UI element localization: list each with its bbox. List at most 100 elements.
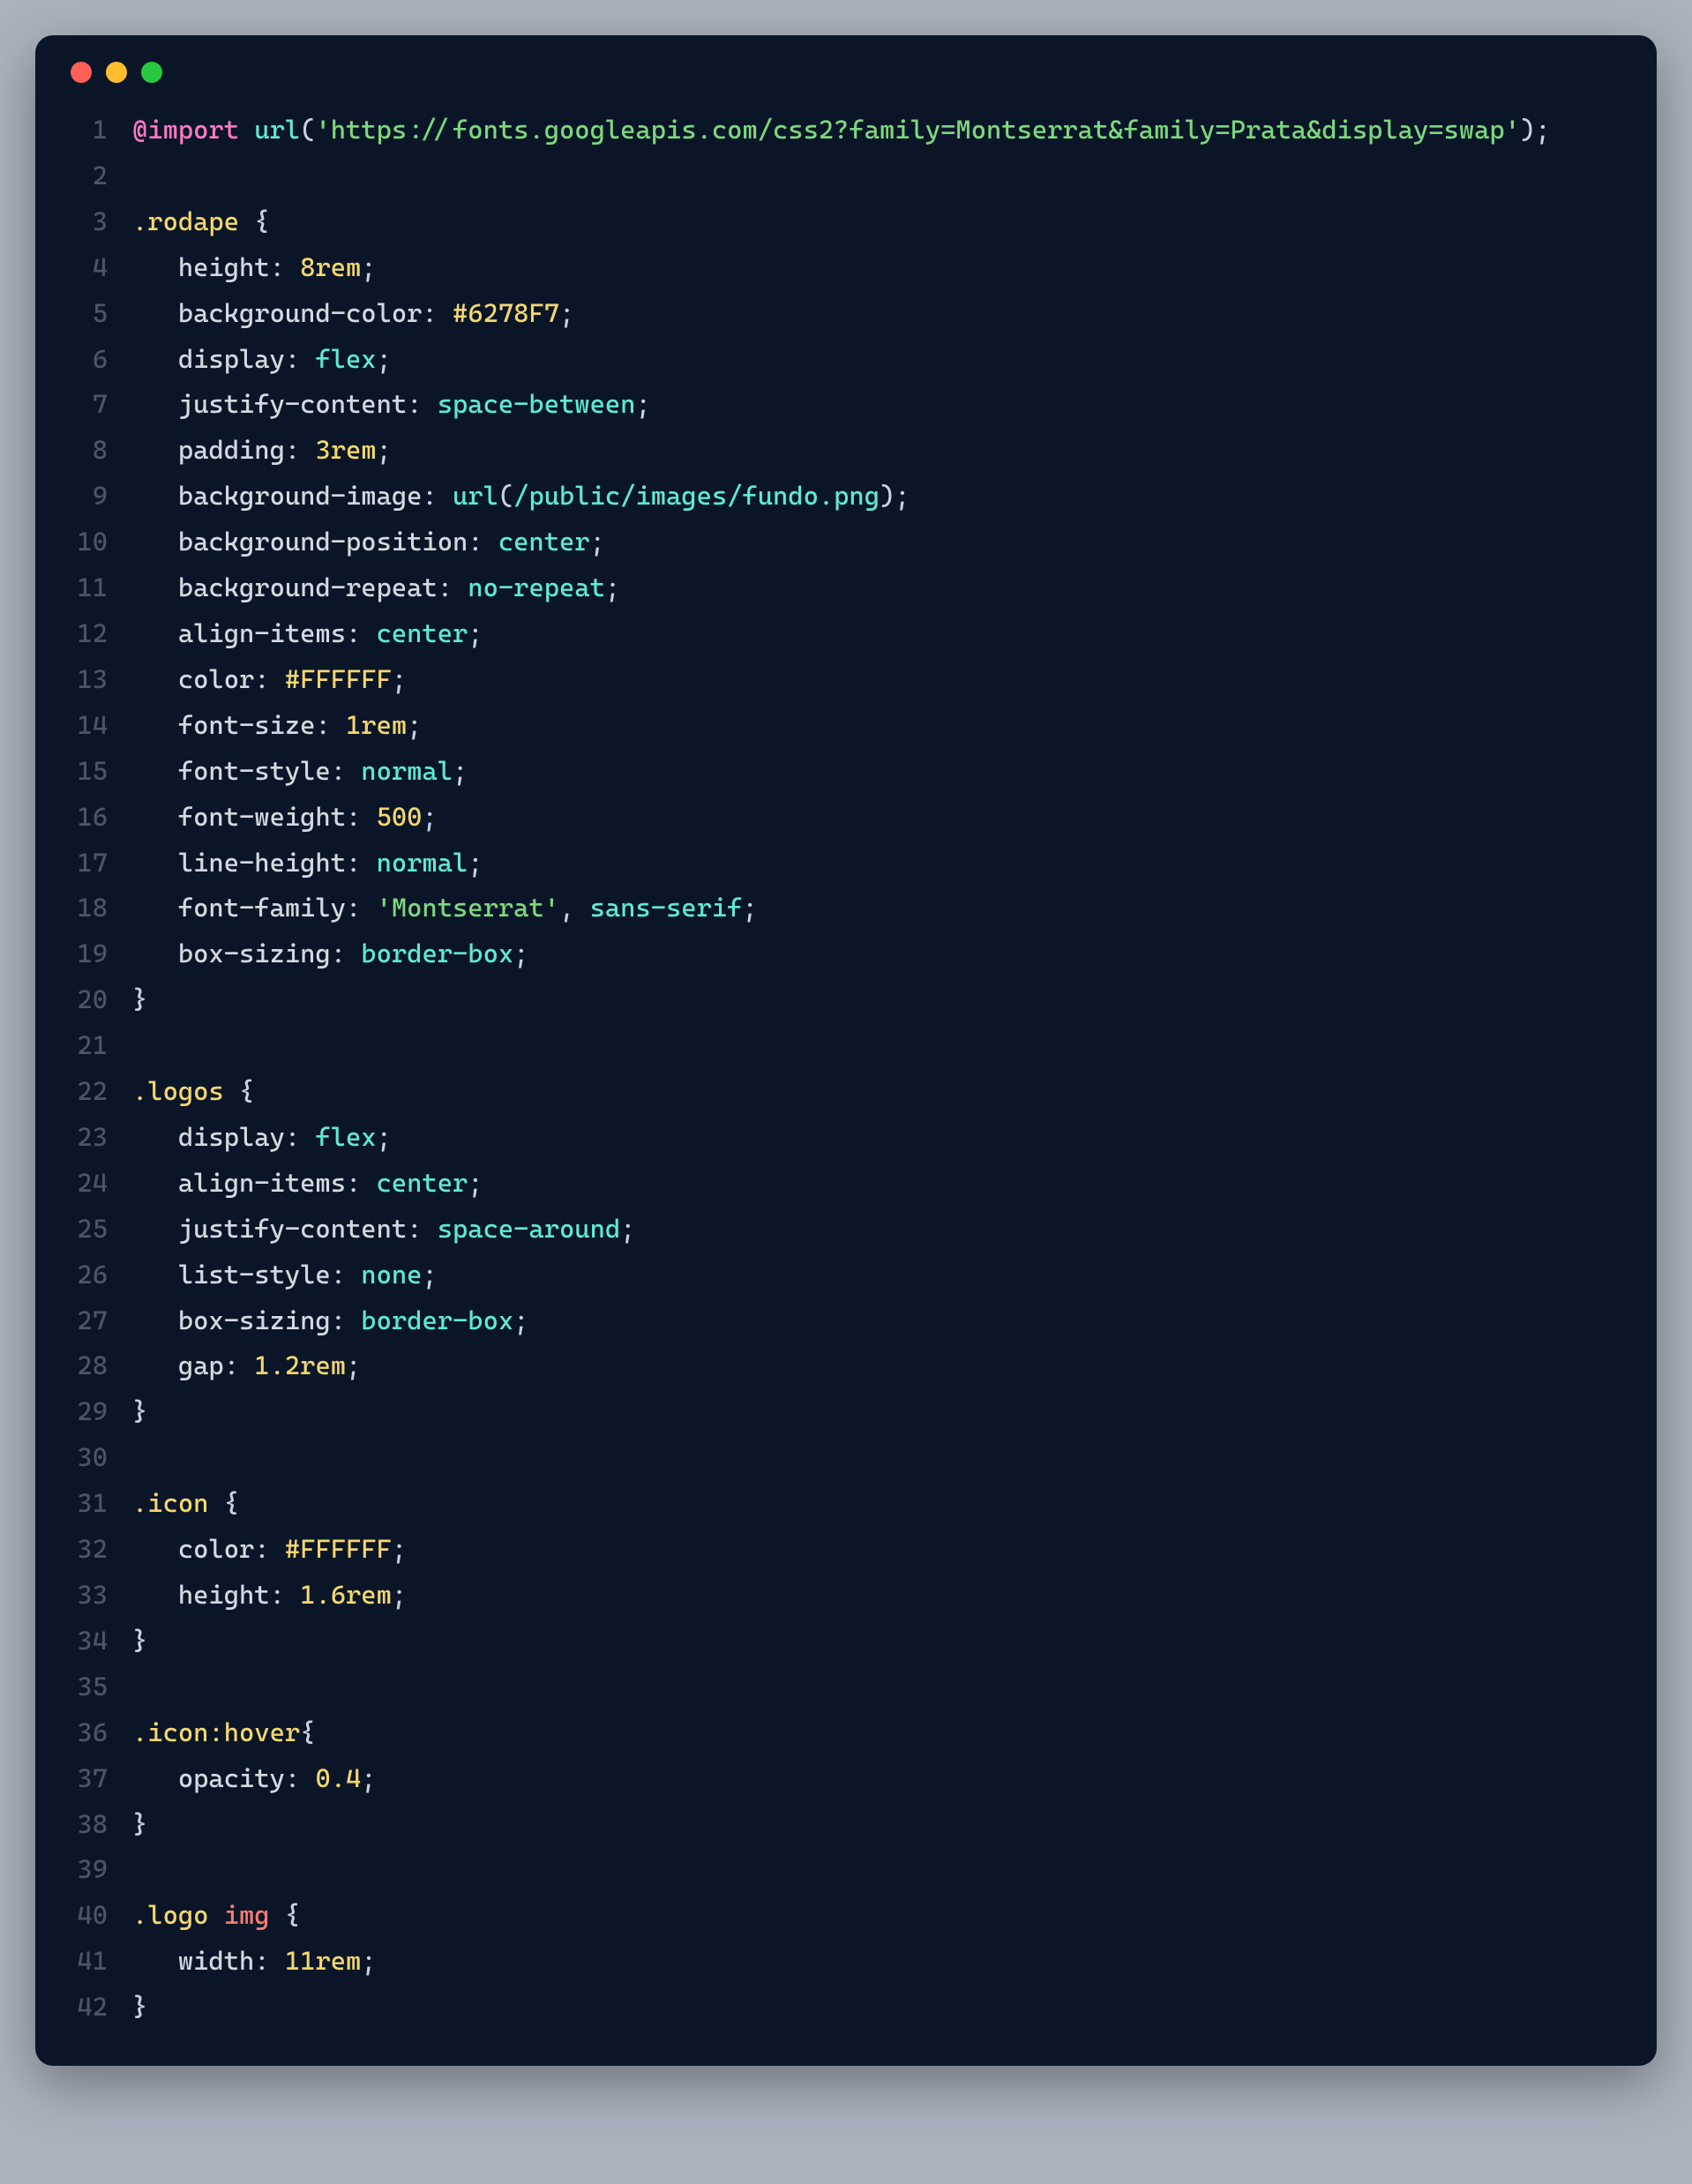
line-content[interactable] (132, 1435, 1621, 1481)
code-line[interactable]: 6 display: flex; (71, 337, 1621, 383)
line-content[interactable]: color: #FFFFFF; (132, 657, 1621, 703)
token-prop: color (178, 664, 254, 694)
code-line[interactable]: 31.icon { (71, 1481, 1621, 1527)
code-line[interactable]: 3.rodape { (71, 199, 1621, 245)
line-content[interactable] (132, 1023, 1621, 1069)
code-line[interactable]: 23 display: flex; (71, 1115, 1621, 1161)
line-content[interactable]: box-sizing: border-box; (132, 931, 1621, 977)
line-number: 23 (71, 1115, 132, 1161)
code-line[interactable]: 33 height: 1.6rem; (71, 1573, 1621, 1619)
line-content[interactable]: font-style: normal; (132, 749, 1621, 795)
line-content[interactable]: padding: 3rem; (132, 428, 1621, 474)
code-line[interactable]: 17 line-height: normal; (71, 841, 1621, 886)
code-line[interactable]: 2 (71, 153, 1621, 199)
code-line[interactable]: 27 box-sizing: border-box; (71, 1298, 1621, 1344)
code-line[interactable]: 25 justify-content: space-around; (71, 1207, 1621, 1253)
line-content[interactable]: list-style: none; (132, 1253, 1621, 1298)
token-punc: ; (361, 252, 376, 282)
line-content[interactable]: } (132, 1802, 1621, 1848)
code-line[interactable]: 37 opacity: 0.4; (71, 1756, 1621, 1802)
code-line[interactable]: 9 background-image: url(/public/images/f… (71, 474, 1621, 520)
line-content[interactable]: box-sizing: border-box; (132, 1298, 1621, 1344)
close-icon[interactable] (71, 62, 92, 83)
code-line[interactable]: 5 background-color: #6278F7; (71, 291, 1621, 337)
line-content[interactable]: background-image: url(/public/images/fun… (132, 474, 1621, 520)
line-content[interactable]: height: 1.6rem; (132, 1573, 1621, 1619)
line-content[interactable]: @import url('https://fonts.googleapis.co… (132, 108, 1621, 153)
line-content[interactable] (132, 1847, 1621, 1893)
line-content[interactable] (132, 153, 1621, 199)
line-content[interactable]: align-items: center; (132, 611, 1621, 657)
token-punc: ; (513, 939, 528, 969)
code-line[interactable]: 40.logo img { (71, 1893, 1621, 1939)
line-content[interactable]: justify-content: space-between; (132, 382, 1621, 428)
code-line[interactable]: 14 font-size: 1rem; (71, 703, 1621, 749)
code-line[interactable]: 13 color: #FFFFFF; (71, 657, 1621, 703)
token-prop: justify-content (178, 389, 407, 419)
code-line[interactable]: 1@import url('https://fonts.googleapis.c… (71, 108, 1621, 153)
line-content[interactable]: height: 8rem; (132, 245, 1621, 291)
line-number: 37 (71, 1756, 132, 1802)
line-content[interactable]: display: flex; (132, 337, 1621, 383)
line-content[interactable]: opacity: 0.4; (132, 1756, 1621, 1802)
code-line[interactable]: 39 (71, 1847, 1621, 1893)
line-content[interactable]: .rodape { (132, 199, 1621, 245)
line-content[interactable]: font-weight: 500; (132, 795, 1621, 841)
code-line[interactable]: 4 height: 8rem; (71, 245, 1621, 291)
line-content[interactable]: font-size: 1rem; (132, 703, 1621, 749)
line-content[interactable]: display: flex; (132, 1115, 1621, 1161)
line-content[interactable]: line-height: normal; (132, 841, 1621, 886)
line-content[interactable]: } (132, 977, 1621, 1023)
line-content[interactable]: background-position: center; (132, 520, 1621, 565)
code-line[interactable]: 16 font-weight: 500; (71, 795, 1621, 841)
code-line[interactable]: 35 (71, 1664, 1621, 1710)
code-line[interactable]: 28 gap: 1.2rem; (71, 1343, 1621, 1389)
code-line[interactable]: 22.logos { (71, 1069, 1621, 1115)
code-line[interactable]: 42} (71, 1985, 1621, 2031)
token-prop: list-style (178, 1260, 331, 1290)
line-content[interactable]: width: 11rem; (132, 1939, 1621, 1985)
code-line[interactable]: 19 box-sizing: border-box; (71, 931, 1621, 977)
code-line[interactable]: 11 background-repeat: no-repeat; (71, 565, 1621, 611)
code-line[interactable]: 10 background-position: center; (71, 520, 1621, 565)
code-line[interactable]: 34} (71, 1619, 1621, 1664)
line-content[interactable]: font-family: 'Montserrat', sans-serif; (132, 886, 1621, 931)
line-content[interactable]: .icon:hover{ (132, 1710, 1621, 1756)
line-content[interactable]: color: #FFFFFF; (132, 1527, 1621, 1573)
code-line[interactable]: 29} (71, 1389, 1621, 1435)
token-value: space-between (438, 389, 636, 419)
maximize-icon[interactable] (141, 62, 162, 83)
line-content[interactable]: justify-content: space-around; (132, 1207, 1621, 1253)
code-line[interactable]: 38} (71, 1802, 1621, 1848)
token-punc: : (331, 1305, 362, 1335)
line-content[interactable]: background-color: #6278F7; (132, 291, 1621, 337)
code-line[interactable]: 12 align-items: center; (71, 611, 1621, 657)
code-line[interactable]: 18 font-family: 'Montserrat', sans-serif… (71, 886, 1621, 931)
line-content[interactable]: .logo img { (132, 1893, 1621, 1939)
line-content[interactable]: } (132, 1389, 1621, 1435)
code-line[interactable]: 41 width: 11rem; (71, 1939, 1621, 1985)
code-line[interactable]: 21 (71, 1023, 1621, 1069)
code-line[interactable]: 7 justify-content: space-between; (71, 382, 1621, 428)
token-punc: : (346, 1168, 377, 1198)
code-line[interactable]: 26 list-style: none; (71, 1253, 1621, 1298)
code-line[interactable]: 20} (71, 977, 1621, 1023)
line-content[interactable]: background-repeat: no-repeat; (132, 565, 1621, 611)
code-editor[interactable]: 1@import url('https://fonts.googleapis.c… (71, 108, 1621, 2031)
token-value: center (377, 618, 468, 648)
code-line[interactable]: 15 font-style: normal; (71, 749, 1621, 795)
code-line[interactable]: 8 padding: 3rem; (71, 428, 1621, 474)
line-content[interactable]: } (132, 1985, 1621, 2031)
line-content[interactable]: } (132, 1619, 1621, 1664)
line-content[interactable]: .logos { (132, 1069, 1621, 1115)
code-line[interactable]: 30 (71, 1435, 1621, 1481)
line-content[interactable]: gap: 1.2rem; (132, 1343, 1621, 1389)
line-content[interactable]: align-items: center; (132, 1161, 1621, 1207)
line-content[interactable] (132, 1664, 1621, 1710)
token-number: 0.4 (315, 1763, 361, 1793)
code-line[interactable]: 24 align-items: center; (71, 1161, 1621, 1207)
code-line[interactable]: 32 color: #FFFFFF; (71, 1527, 1621, 1573)
minimize-icon[interactable] (106, 62, 127, 83)
code-line[interactable]: 36.icon:hover{ (71, 1710, 1621, 1756)
line-content[interactable]: .icon { (132, 1481, 1621, 1527)
